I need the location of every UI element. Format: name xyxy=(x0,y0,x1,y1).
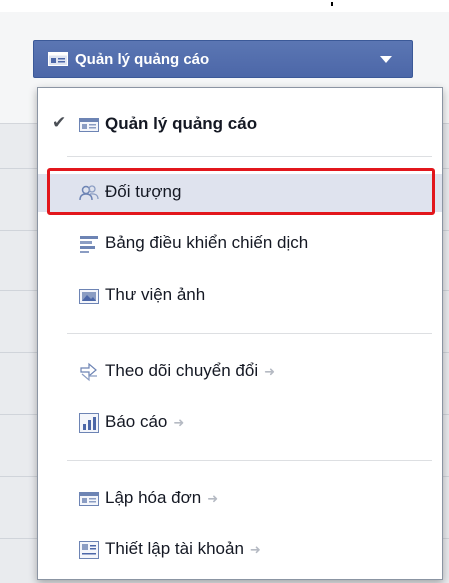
menu-button-label: Quản lý quảng cáo xyxy=(75,50,210,68)
menu-item-label: Theo dõi chuyển đổi ➜ xyxy=(105,361,276,380)
billing-icon xyxy=(79,492,99,506)
conversion-tracking-icon xyxy=(80,362,97,382)
menu-item-image-library[interactable]: Thư viện ảnh xyxy=(38,277,442,315)
menu-separator xyxy=(67,156,432,157)
arrow-right-icon: ➜ xyxy=(207,491,219,506)
checkmark-icon: ✔ xyxy=(52,113,67,132)
menu-item-account-settings[interactable]: Thiết lập tài khoản ➜ xyxy=(38,531,442,569)
audience-icon xyxy=(79,185,99,201)
menu-separator xyxy=(67,460,432,461)
ads-manager-menu-button[interactable]: Quản lý quảng cáo xyxy=(33,40,413,78)
menu-item-campaign-dashboard[interactable]: Bảng điều khiển chiến dịch xyxy=(38,225,442,263)
menu-item-label: Bảng điều khiển chiến dịch xyxy=(105,233,309,252)
menu-item-label: Đối tượng xyxy=(105,182,182,201)
reports-icon xyxy=(79,413,99,433)
menu-item-billing[interactable]: Lập hóa đơn ➜ xyxy=(38,480,442,518)
menu-item-label: Báo cáo ➜ xyxy=(105,412,185,431)
menu-item-label: Thiết lập tài khoản ➜ xyxy=(105,539,261,558)
menu-separator xyxy=(67,333,432,334)
menu-item-ads-manager[interactable]: ✔ Quản lý quảng cáo xyxy=(38,106,442,144)
chevron-down-icon xyxy=(380,55,392,63)
account-settings-icon xyxy=(79,541,99,559)
menu-item-label: Thư viện ảnh xyxy=(105,285,206,304)
ads-manager-icon xyxy=(48,52,68,66)
ads-manager-icon xyxy=(79,118,99,132)
menu-item-label: Lập hóa đơn ➜ xyxy=(105,488,219,507)
image-library-icon xyxy=(79,289,99,304)
ads-manager-dropdown: ✔ Quản lý quảng cáo Đối tượng Bảng điều … xyxy=(37,87,443,580)
menu-item-label: Quản lý quảng cáo xyxy=(105,114,258,133)
menu-item-audience[interactable]: Đối tượng xyxy=(38,174,442,212)
menu-item-reports[interactable]: Báo cáo ➜ xyxy=(38,404,442,442)
arrow-right-icon: ➜ xyxy=(173,415,185,430)
top-strip xyxy=(0,0,449,12)
arrow-right-icon: ➜ xyxy=(264,364,276,379)
menu-item-conversion-tracking[interactable]: Theo dõi chuyển đổi ➜ xyxy=(38,353,442,391)
arrow-right-icon: ➜ xyxy=(249,542,261,557)
tick-mark xyxy=(331,2,333,6)
campaign-dashboard-icon xyxy=(80,236,98,253)
